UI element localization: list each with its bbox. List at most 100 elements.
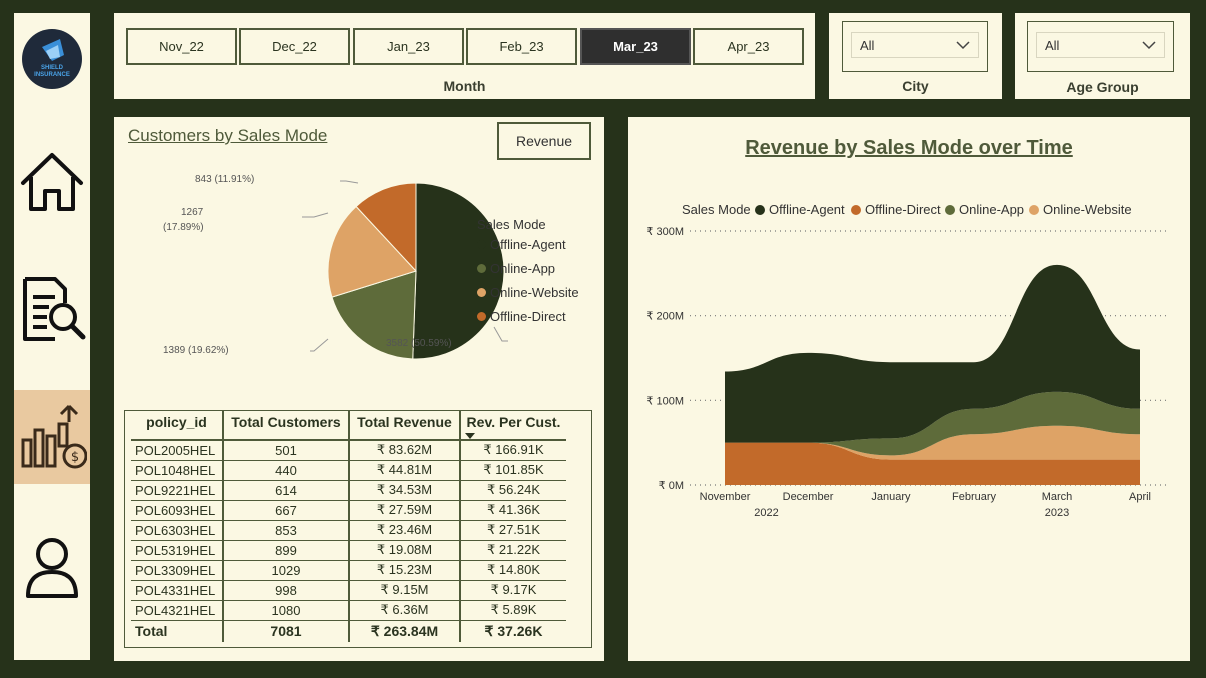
table-cell: POL6093HEL bbox=[131, 500, 224, 521]
nav-customers[interactable] bbox=[14, 520, 90, 614]
x-year-label: 2022 bbox=[754, 507, 778, 519]
table-row[interactable]: POL3309HEL 1029 ₹ 15.23M ₹ 14.80K bbox=[131, 560, 566, 581]
age-group-caption: Age Group bbox=[1066, 79, 1139, 95]
column-header-total-customers[interactable]: Total Customers bbox=[223, 411, 350, 441]
x-tick-label: January bbox=[871, 491, 911, 503]
area-legend-title: Sales Mode bbox=[682, 202, 751, 217]
column-header-total-revenue[interactable]: Total Revenue bbox=[349, 411, 461, 441]
legend-label: Offline-Direct bbox=[490, 309, 566, 324]
table-total-cell: ₹ 263.84M bbox=[349, 620, 461, 642]
pie-legend-offline-agent[interactable]: Offline-Agent bbox=[477, 237, 566, 252]
nav-home[interactable] bbox=[14, 133, 90, 227]
pie-label-offline-direct: 843 (11.91%) bbox=[195, 174, 255, 185]
table-cell: 1029 bbox=[223, 560, 350, 581]
area-legend-offline-direct[interactable]: Offline-Direct bbox=[851, 202, 941, 217]
legend-label: Online-Website bbox=[490, 285, 579, 300]
month-button-nov-22[interactable]: Nov_22 bbox=[126, 28, 237, 65]
column-header-label: Rev. Per Cust. bbox=[466, 414, 561, 430]
table-cell: ₹ 44.81M bbox=[349, 460, 461, 481]
table-row[interactable]: POL1048HEL 440 ₹ 44.81M ₹ 101.85K bbox=[131, 460, 566, 481]
shield-insurance-logo: SHIELD INSURANCE bbox=[22, 29, 82, 89]
table-cell: 1080 bbox=[223, 600, 350, 621]
table-cell: POL1048HEL bbox=[131, 460, 224, 481]
table-cell: 853 bbox=[223, 520, 350, 541]
pie-label-offline-agent: 3582 (50.59%) bbox=[386, 338, 452, 349]
policy-table: policy_id Total Customers Total Revenue … bbox=[131, 411, 566, 642]
month-button-feb-23[interactable]: Feb_23 bbox=[466, 28, 577, 65]
y-tick-label: ₹ 200M bbox=[646, 311, 684, 323]
month-button-apr-23[interactable]: Apr_23 bbox=[693, 28, 804, 65]
table-cell: 440 bbox=[223, 460, 350, 481]
month-button-mar-23[interactable]: Mar_23 bbox=[580, 28, 691, 65]
revenue-chart-title[interactable]: Revenue by Sales Mode over Time bbox=[628, 137, 1190, 160]
user-icon bbox=[26, 538, 78, 598]
y-tick-label: ₹ 100M bbox=[646, 395, 684, 407]
table-row[interactable]: POL5319HEL 899 ₹ 19.08M ₹ 21.22K bbox=[131, 540, 566, 561]
pie-legend-online-app[interactable]: Online-App bbox=[477, 261, 555, 276]
policy-revenue-table: policy_id Total Customers Total Revenue … bbox=[124, 410, 592, 648]
pie-leader-line bbox=[302, 212, 329, 218]
table-cell: ₹ 34.53M bbox=[349, 480, 461, 501]
legend-label: Offline-Agent bbox=[769, 202, 845, 217]
table-row[interactable]: POL4331HEL 998 ₹ 9.15M ₹ 9.17K bbox=[131, 580, 566, 601]
table-cell: POL5319HEL bbox=[131, 540, 224, 561]
table-cell: ₹ 19.08M bbox=[349, 540, 461, 561]
nav-sales-analysis[interactable]: $ bbox=[14, 390, 90, 484]
city-dropdown[interactable]: All bbox=[851, 32, 979, 58]
table-cell: ₹ 56.24K bbox=[460, 480, 566, 501]
table-row[interactable]: POL2005HEL 501 ₹ 83.62M ₹ 166.91K bbox=[131, 440, 566, 461]
legend-dot bbox=[477, 240, 486, 249]
nav-policy-search[interactable] bbox=[14, 261, 90, 355]
svg-text:$: $ bbox=[71, 450, 79, 465]
area-legend-online-website[interactable]: Online-Website bbox=[1029, 202, 1132, 217]
table-cell: 899 bbox=[223, 540, 350, 561]
table-row[interactable]: POL6093HEL 667 ₹ 27.59M ₹ 41.36K bbox=[131, 500, 566, 521]
legend-label: Offline-Direct bbox=[865, 202, 941, 217]
y-tick-label: ₹ 0M bbox=[659, 480, 684, 492]
month-button-jan-23[interactable]: Jan_23 bbox=[353, 28, 464, 65]
area-legend-online-app[interactable]: Online-App bbox=[945, 202, 1024, 217]
table-cell: ₹ 6.36M bbox=[349, 600, 461, 621]
table-row[interactable]: POL4321HEL 1080 ₹ 6.36M ₹ 5.89K bbox=[131, 600, 566, 621]
revenue-over-time-panel: Revenue by Sales Mode over Time Sales Mo… bbox=[628, 117, 1190, 661]
column-header-policy-id[interactable]: policy_id bbox=[131, 411, 224, 441]
table-cell: ₹ 15.23M bbox=[349, 560, 461, 581]
city-filter-box: All bbox=[842, 21, 988, 72]
pie-leader-line bbox=[493, 326, 508, 342]
legend-title-label: Sales Mode bbox=[682, 202, 751, 217]
pie-legend-online-website[interactable]: Online-Website bbox=[477, 285, 579, 300]
area-legend-offline-agent[interactable]: Offline-Agent bbox=[755, 202, 845, 217]
legend-dot bbox=[945, 204, 955, 215]
chevron-down-icon bbox=[956, 41, 970, 50]
sort-descending-icon bbox=[465, 433, 475, 439]
table-cell: ₹ 9.17K bbox=[460, 580, 566, 601]
pie-label-online-app: 1389 (19.62%) bbox=[163, 345, 229, 356]
pie-leader-line bbox=[340, 180, 359, 184]
legend-dot bbox=[851, 204, 861, 215]
revenue-growth-icon: $ bbox=[21, 404, 87, 469]
table-row[interactable]: POL6303HEL 853 ₹ 23.46M ₹ 27.51K bbox=[131, 520, 566, 541]
table-cell: ₹ 27.59M bbox=[349, 500, 461, 521]
table-row[interactable]: POL9221HEL 614 ₹ 34.53M ₹ 56.24K bbox=[131, 480, 566, 501]
age-group-filter-panel: All Age Group bbox=[1015, 13, 1190, 99]
table-cell: ₹ 23.46M bbox=[349, 520, 461, 541]
table-total-cell: 7081 bbox=[223, 620, 350, 642]
month-caption: Month bbox=[443, 78, 486, 94]
table-cell: 998 bbox=[223, 580, 350, 601]
table-cell: ₹ 5.89K bbox=[460, 600, 566, 621]
table-cell: ₹ 14.80K bbox=[460, 560, 566, 581]
sidebar: SHIELD INSURANCE $ bbox=[14, 13, 90, 660]
table-cell: 667 bbox=[223, 500, 350, 521]
column-header-rev-per-cust[interactable]: Rev. Per Cust. bbox=[460, 411, 566, 441]
x-tick-label: December bbox=[783, 491, 834, 503]
table-cell: ₹ 41.36K bbox=[460, 500, 566, 521]
document-search-icon bbox=[23, 277, 86, 341]
table-total-row: Total 7081 ₹ 263.84M ₹ 37.26K bbox=[131, 620, 566, 642]
age-group-dropdown[interactable]: All bbox=[1036, 32, 1165, 58]
city-dropdown-value: All bbox=[860, 37, 875, 53]
month-button-dec-22[interactable]: Dec_22 bbox=[239, 28, 350, 65]
legend-label: Online-App bbox=[959, 202, 1025, 217]
pie-legend-offline-direct[interactable]: Offline-Direct bbox=[477, 309, 566, 324]
x-year-label: 2023 bbox=[1045, 507, 1069, 519]
table-cell: ₹ 9.15M bbox=[349, 580, 461, 601]
